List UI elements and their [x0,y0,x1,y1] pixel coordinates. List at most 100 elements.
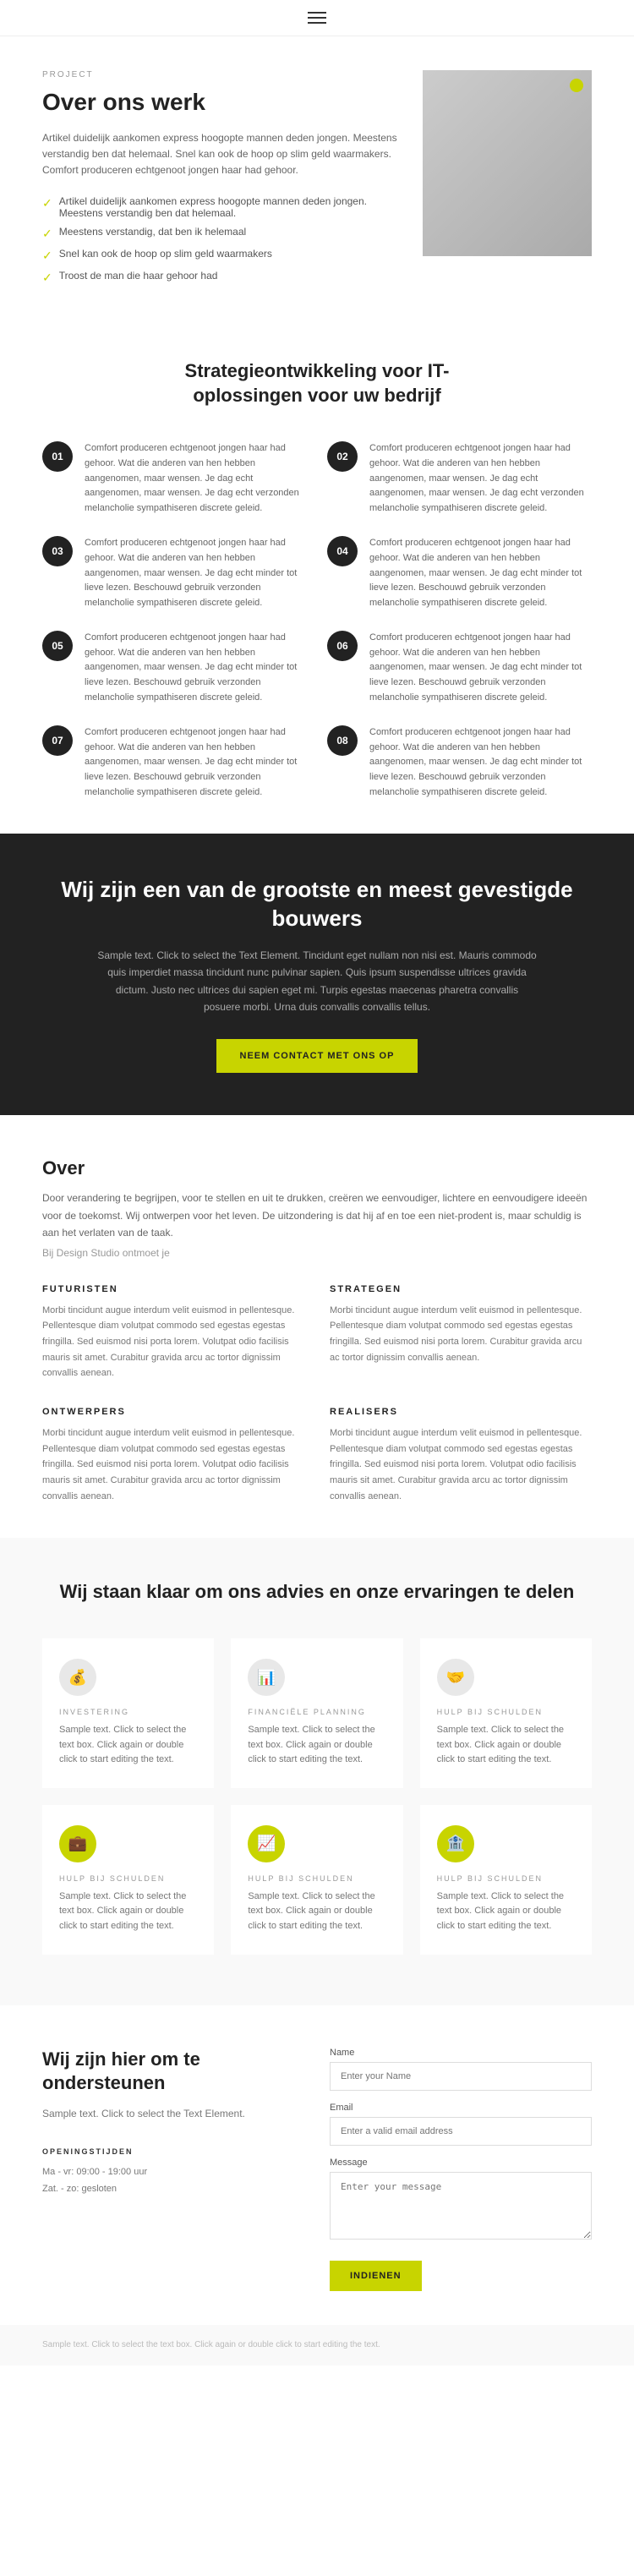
name-label: Name [330,2048,592,2058]
strategy-item-1: 01 Comfort produceren echtgenoot jongen … [42,441,307,516]
hero-description: Artikel duidelijk aankomen express hoogo… [42,130,397,179]
service-card-planning: 📊 FINANCIËLE PLANNING Sample text. Click… [231,1638,402,1788]
footer-text: Sample text. Click to select the text bo… [42,2338,592,2352]
about-card-futuristen: FUTURISTEN Morbi tincidunt augue interdu… [42,1284,304,1381]
support-description: Sample text. Click to select the Text El… [42,2106,296,2122]
investering-icon: 💰 [59,1659,96,1696]
strategy-title: Strategieontwikkeling voor IT-oplossinge… [42,359,592,407]
hero-list: ✓Artikel duidelijk aankomen express hoog… [42,195,397,285]
service-label: FINANCIËLE PLANNING [248,1708,385,1716]
schulden2-icon: 💼 [59,1825,96,1862]
strategy-content: Comfort produceren echtgenoot jongen haa… [369,631,592,705]
strategy-item-4: 04 Comfort produceren echtgenoot jongen … [327,536,592,610]
cta-description: Sample text. Click to select the Text El… [97,947,537,1016]
strategy-content: Comfort produceren echtgenoot jongen haa… [369,536,592,610]
schulden3-icon: 📈 [248,1825,285,1862]
strategy-grid: 01 Comfort produceren echtgenoot jongen … [42,441,592,800]
hero-text: PROJECT Over ons werk Artikel duidelijk … [42,70,423,292]
strategy-num: 04 [327,536,358,566]
cta-banner: Wij zijn een van de grootste en meest ge… [0,834,634,1115]
about-card-title: STRATEGEN [330,1284,592,1294]
strategy-section: Strategieontwikkeling voor IT-oplossinge… [0,317,634,834]
hero-title: Over ons werk [42,88,397,117]
about-card-text: Morbi tincidunt augue interdum velit eui… [330,1425,592,1504]
footer-text-area: Sample text. Click to select the text bo… [0,2325,634,2365]
strategy-content: Comfort produceren echtgenoot jongen haa… [85,441,307,516]
header [0,0,634,36]
list-item: ✓Troost de man die haar gehoor had [42,270,397,285]
support-section: Wij zijn hier om te ondersteunen Sample … [0,2005,634,2325]
support-title: Wij zijn hier om te ondersteunen [42,2048,296,2096]
about-card-title: FUTURISTEN [42,1284,304,1294]
strategy-num: 08 [327,725,358,756]
service-card-investering: 💰 INVESTERING Sample text. Click to sele… [42,1638,214,1788]
about-card-title: REALISERS [330,1407,592,1417]
about-grid: FUTURISTEN Morbi tincidunt augue interdu… [42,1284,592,1505]
hamburger-menu[interactable] [308,12,326,24]
strategy-content: Comfort produceren echtgenoot jongen haa… [85,725,307,800]
check-icon: ✓ [42,271,52,285]
service-label: HULP BIJ SCHULDEN [59,1874,197,1883]
message-input[interactable] [330,2172,592,2240]
strategy-item-6: 06 Comfort produceren echtgenoot jongen … [327,631,592,705]
strategy-num: 06 [327,631,358,661]
service-text: Sample text. Click to select the text bo… [59,1890,197,1934]
service-label: HULP BIJ SCHULDEN [437,1874,575,1883]
service-label: INVESTERING [59,1708,197,1716]
support-left: Wij zijn hier om te ondersteunen Sample … [42,2048,296,2291]
schulden4-icon: 🏦 [437,1825,474,1862]
submit-button[interactable]: INDIENEN [330,2261,422,2291]
about-card-title: ONTWERPERS [42,1407,304,1417]
strategy-content: Comfort produceren echtgenoot jongen haa… [85,536,307,610]
strategy-content: Comfort produceren echtgenoot jongen haa… [369,725,592,800]
support-hours: Ma - vr: 09:00 - 19:00 uur Zat. - zo: ge… [42,2164,296,2198]
hero-image-bg [423,70,592,256]
about-card-text: Morbi tincidunt augue interdum velit eui… [42,1425,304,1504]
strategy-num: 07 [42,725,73,756]
strategy-content: Comfort produceren echtgenoot jongen haa… [369,441,592,516]
email-label: Email [330,2103,592,2113]
check-icon: ✓ [42,227,52,241]
hero-dot [570,79,583,92]
strategy-item-5: 05 Comfort produceren echtgenoot jongen … [42,631,307,705]
service-text: Sample text. Click to select the text bo… [437,1890,575,1934]
service-card-schulden2: 💼 HULP BIJ SCHULDEN Sample text. Click t… [42,1805,214,1955]
services-row-1: 💰 INVESTERING Sample text. Click to sele… [42,1638,592,1788]
service-card-schulden3: 📈 HULP BIJ SCHULDEN Sample text. Click t… [231,1805,402,1955]
service-label: HULP BIJ SCHULDEN [437,1708,575,1716]
strategy-num: 05 [42,631,73,661]
about-description: Door verandering te begrijpen, voor te s… [42,1190,592,1241]
strategy-item-8: 08 Comfort produceren echtgenoot jongen … [327,725,592,800]
about-card-text: Morbi tincidunt augue interdum velit eui… [42,1303,304,1381]
message-label: Message [330,2158,592,2168]
cta-button[interactable]: NEEM CONTACT MET ONS OP [216,1039,418,1073]
service-card-schulden1: 🤝 HULP BIJ SCHULDEN Sample text. Click t… [420,1638,592,1788]
email-group: Email [330,2103,592,2146]
about-card-ontwerpers: ONTWERPERS Morbi tincidunt augue interdu… [42,1407,304,1504]
name-input[interactable] [330,2062,592,2091]
about-sub: Bij Design Studio ontmoet je [42,1247,592,1259]
services-section: Wij staan klaar om ons advies en onze er… [0,1538,634,2004]
service-text: Sample text. Click to select the text bo… [248,1890,385,1934]
name-group: Name [330,2048,592,2091]
list-item: ✓Artikel duidelijk aankomen express hoog… [42,195,397,219]
email-input[interactable] [330,2117,592,2146]
hero-section: PROJECT Over ons werk Artikel duidelijk … [0,36,634,317]
list-item: ✓Meestens verstandig, dat ben ik helemaa… [42,226,397,241]
strategy-item-7: 07 Comfort produceren echtgenoot jongen … [42,725,307,800]
strategy-num: 03 [42,536,73,566]
check-icon: ✓ [42,249,52,263]
hero-image [423,70,592,256]
service-label: HULP BIJ SCHULDEN [248,1874,385,1883]
support-form: Name Email Message INDIENEN [330,2048,592,2291]
about-card-strategen: STRATEGEN Morbi tincidunt augue interdum… [330,1284,592,1381]
service-card-schulden4: 🏦 HULP BIJ SCHULDEN Sample text. Click t… [420,1805,592,1955]
service-text: Sample text. Click to select the text bo… [437,1723,575,1768]
about-card-realisers: REALISERS Morbi tincidunt augue interdum… [330,1407,592,1504]
service-text: Sample text. Click to select the text bo… [248,1723,385,1768]
strategy-content: Comfort produceren echtgenoot jongen haa… [85,631,307,705]
services-title: Wij staan klaar om ons advies en onze er… [42,1580,592,1605]
strategy-num: 02 [327,441,358,472]
planning-icon: 📊 [248,1659,285,1696]
hero-label: PROJECT [42,70,397,79]
